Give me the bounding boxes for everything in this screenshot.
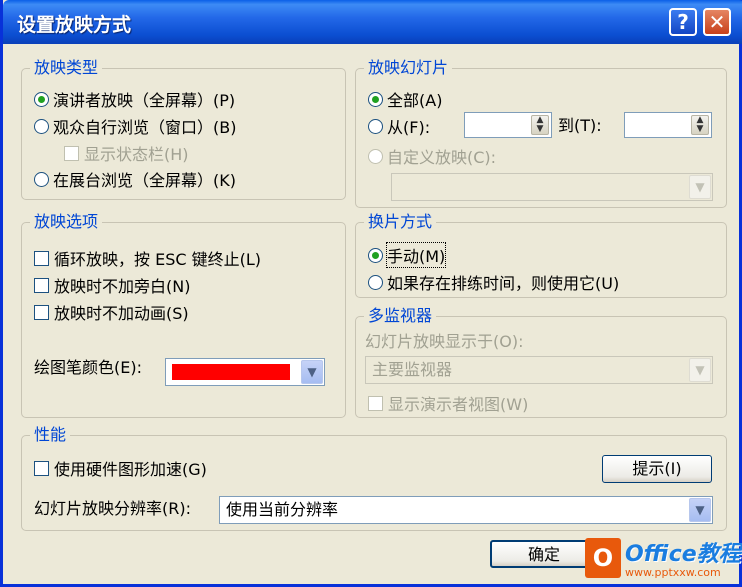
help-icon: ?	[677, 10, 689, 34]
ok-button[interactable]: 确定	[490, 540, 598, 568]
resolution-value: 使用当前分辨率	[226, 500, 339, 519]
custom-show-select: ▼	[391, 173, 713, 201]
radio-presenter-indicator	[34, 91, 49, 107]
pen-color-label: 绘图笔颜色(E):	[34, 358, 142, 377]
radio-from-slide[interactable]: 从(F):	[368, 114, 430, 138]
title-bar[interactable]: 设置放映方式 ? ✕	[3, 0, 742, 44]
radio-manual-label: 手动(M)	[385, 242, 447, 268]
close-button[interactable]: ✕	[703, 8, 731, 36]
radio-use-timings-indicator	[368, 274, 383, 290]
radio-all-slides-label: 全部(A)	[387, 91, 443, 110]
advance-legend: 换片方式	[364, 211, 437, 233]
office-logo-icon: O	[585, 538, 621, 578]
radio-manual-indicator	[368, 247, 383, 263]
display-on-value: 主要监视器	[372, 360, 453, 379]
watermark-logo: O Office教程网 www.pptxxw.com	[583, 536, 742, 584]
dialog-title: 设置放映方式	[17, 14, 132, 36]
checkbox-no-narration-box	[34, 277, 49, 293]
multi-monitor-legend: 多监视器	[364, 305, 437, 327]
checkbox-status-bar: 显示状态栏(H)	[64, 141, 189, 165]
checkbox-loop[interactable]: 循环放映，按 ESC 键终止(L)	[34, 246, 261, 270]
chevron-down-icon: ▼	[689, 358, 711, 382]
checkbox-hw-accel-label: 使用硬件图形加速(G)	[54, 460, 207, 479]
radio-all-slides[interactable]: 全部(A)	[368, 87, 442, 111]
close-icon: ✕	[708, 10, 726, 34]
radio-browsed-window-label: 观众自行浏览（窗口）(B)	[53, 118, 237, 137]
checkbox-no-animation[interactable]: 放映时不加动画(S)	[34, 300, 189, 324]
checkbox-status-bar-label: 显示状态栏(H)	[84, 145, 189, 164]
chevron-down-icon: ▼	[689, 175, 711, 199]
show-options-legend: 放映选项	[30, 211, 103, 233]
checkbox-hw-accel-box	[34, 460, 49, 476]
dialog-window: 设置放映方式 ? ✕ 放映类型 演讲者放映（全屏幕）(P) 观众自行浏览（窗口）…	[0, 0, 742, 587]
radio-custom-show: 自定义放映(C):	[368, 144, 496, 168]
checkbox-presenter-view-box	[368, 395, 383, 411]
spinner-arrows-icon[interactable]: ▲ ▼	[691, 115, 709, 135]
radio-manual[interactable]: 手动(M)	[368, 242, 447, 268]
from-slide-spinner[interactable]: ▲ ▼	[464, 112, 552, 138]
slides-legend: 放映幻灯片	[364, 57, 453, 79]
tips-button[interactable]: 提示(I)	[602, 455, 712, 483]
checkbox-no-animation-box	[34, 304, 49, 320]
checkbox-presenter-view-label: 显示演示者视图(W)	[388, 395, 529, 414]
watermark-url: www.pptxxw.com	[625, 566, 721, 579]
chevron-down-icon[interactable]: ▼	[301, 360, 323, 384]
checkbox-loop-label: 循环放映，按 ESC 键终止(L)	[54, 250, 262, 269]
radio-kiosk[interactable]: 在展台浏览（全屏幕）(K)	[34, 167, 236, 191]
spinner-arrows-icon[interactable]: ▲ ▼	[531, 115, 549, 135]
radio-browsed-window-indicator	[34, 118, 49, 134]
checkbox-hw-accel[interactable]: 使用硬件图形加速(G)	[34, 456, 207, 480]
radio-from-slide-label: 从(F):	[387, 118, 431, 137]
pen-color-swatch	[172, 364, 290, 380]
radio-custom-show-indicator	[368, 148, 383, 164]
performance-legend: 性能	[30, 424, 71, 446]
watermark-brand: Office教程网	[625, 542, 742, 567]
display-on-select: 主要监视器 ▼	[365, 356, 713, 384]
display-on-label: 幻灯片放映显示于(O):	[365, 332, 524, 351]
checkbox-no-narration[interactable]: 放映时不加旁白(N)	[34, 273, 190, 297]
show-type-legend: 放映类型	[30, 57, 103, 79]
chevron-down-icon[interactable]: ▼	[689, 498, 711, 522]
checkbox-no-animation-label: 放映时不加动画(S)	[54, 304, 189, 323]
checkbox-presenter-view: 显示演示者视图(W)	[368, 391, 528, 415]
to-slide-label: 到(T):	[558, 116, 602, 135]
to-slide-spinner[interactable]: ▲ ▼	[624, 112, 712, 138]
resolution-label: 幻灯片放映分辨率(R):	[34, 499, 191, 518]
radio-kiosk-label: 在展台浏览（全屏幕）(K)	[53, 171, 236, 190]
radio-custom-show-label: 自定义放映(C):	[387, 148, 497, 167]
checkbox-loop-box	[34, 250, 49, 266]
radio-kiosk-indicator	[34, 171, 49, 187]
checkbox-status-bar-box	[64, 145, 79, 161]
resolution-select[interactable]: 使用当前分辨率 ▼	[219, 496, 713, 524]
radio-use-timings[interactable]: 如果存在排练时间，则使用它(U)	[368, 270, 619, 294]
radio-all-slides-indicator	[368, 91, 383, 107]
radio-from-slide-indicator	[368, 118, 383, 134]
pen-color-select[interactable]: ▼	[165, 358, 325, 386]
radio-browsed-window[interactable]: 观众自行浏览（窗口）(B)	[34, 114, 236, 138]
radio-use-timings-label: 如果存在排练时间，则使用它(U)	[387, 274, 620, 293]
checkbox-no-narration-label: 放映时不加旁白(N)	[54, 277, 191, 296]
radio-presenter[interactable]: 演讲者放映（全屏幕）(P)	[34, 87, 235, 111]
help-button[interactable]: ?	[669, 8, 697, 36]
radio-presenter-label: 演讲者放映（全屏幕）(P)	[53, 91, 236, 110]
